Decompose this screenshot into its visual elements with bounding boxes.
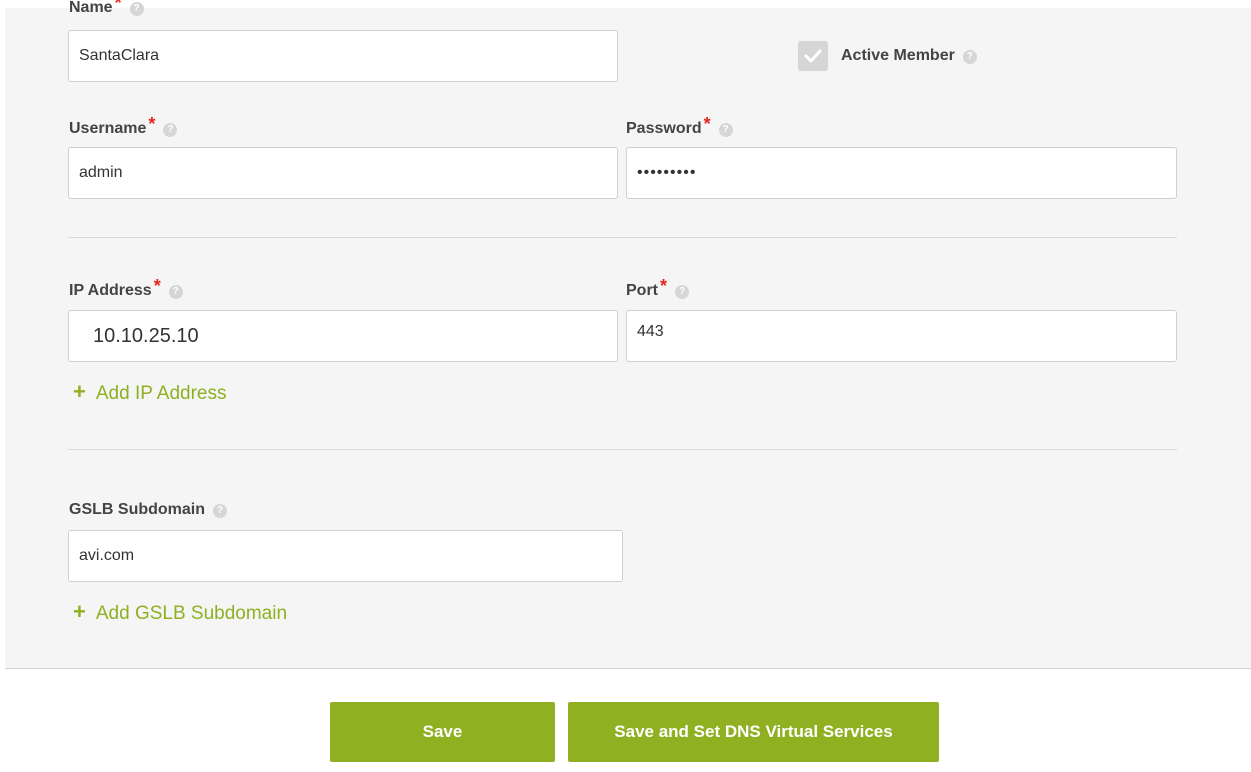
password-label: Password *?: [626, 114, 733, 139]
add-gslb-subdomain-text: Add GSLB Subdomain: [95, 603, 288, 624]
password-input[interactable]: •••••••••: [626, 147, 1177, 199]
add-ip-address-text: Add IP Address: [95, 383, 227, 404]
required-mark: *: [114, 0, 122, 13]
gslb-subdomain-label-text: GSLB Subdomain: [69, 501, 205, 518]
help-icon[interactable]: ?: [718, 123, 733, 137]
save-and-set-dns-button[interactable]: Save and Set DNS Virtual Services: [568, 702, 939, 762]
divider: [68, 449, 1177, 450]
help-icon[interactable]: ?: [213, 504, 227, 518]
ip-address-label-text: IP Address: [69, 282, 152, 299]
required-mark: *: [660, 276, 668, 296]
form-panel: Name *? SantaClara Active Member? Usernam…: [5, 0, 1251, 669]
username-label-text: Username: [69, 120, 147, 137]
gslb-subdomain-input[interactable]: avi.com: [68, 530, 623, 582]
help-icon[interactable]: ?: [163, 123, 178, 137]
help-icon[interactable]: ?: [129, 2, 144, 16]
divider: [68, 237, 1177, 238]
name-label: Name *?: [69, 0, 144, 18]
username-input[interactable]: admin: [68, 147, 618, 199]
port-label-text: Port: [626, 282, 658, 299]
required-mark: *: [148, 114, 156, 134]
port-label: Port *?: [626, 276, 690, 301]
ip-address-input[interactable]: 10.10.25.10: [68, 310, 618, 362]
active-member-label: Active Member?: [841, 46, 977, 66]
help-icon[interactable]: ?: [168, 285, 183, 299]
help-icon[interactable]: ?: [675, 285, 690, 299]
password-label-text: Password: [626, 120, 702, 137]
port-input[interactable]: 443: [626, 310, 1177, 362]
active-member-text: Active Member: [841, 47, 955, 64]
plus-icon: +: [73, 379, 86, 404]
check-icon: [804, 49, 822, 63]
name-label-text: Name: [69, 0, 113, 16]
username-label: Username *?: [69, 114, 178, 139]
help-icon[interactable]: ?: [962, 50, 977, 64]
ip-address-label: IP Address *?: [69, 276, 183, 301]
active-member-checkbox[interactable]: [798, 41, 828, 71]
name-input[interactable]: SantaClara: [68, 30, 618, 82]
plus-icon: +: [73, 599, 86, 624]
add-ip-address-link[interactable]: + Add IP Address: [73, 380, 226, 406]
add-gslb-subdomain-link[interactable]: + Add GSLB Subdomain: [73, 600, 287, 626]
required-mark: *: [703, 114, 711, 134]
save-button[interactable]: Save: [330, 702, 555, 762]
required-mark: *: [153, 276, 161, 296]
gslb-subdomain-label: GSLB Subdomain?: [69, 500, 227, 520]
